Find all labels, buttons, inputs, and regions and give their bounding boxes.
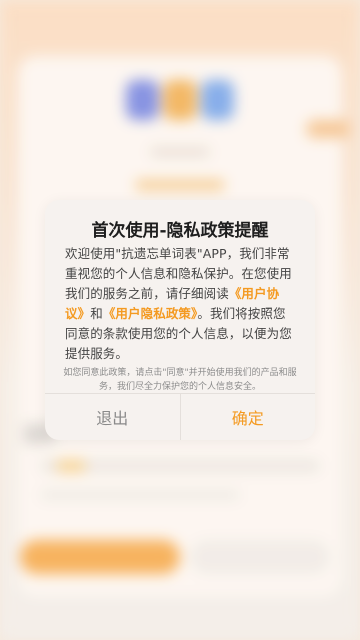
privacy-policy-link[interactable]: 《用户隐私政策》 [103,306,198,321]
dialog-button-row: 退出 确定 [45,393,315,440]
privacy-policy-dialog: 首次使用-隐私政策提醒 欢迎使用"抗遗忘单词表"APP，我们非常重视您的个人信息… [45,200,315,440]
body-text-and: 和 [90,306,103,321]
confirm-button[interactable]: 确定 [181,394,316,440]
dialog-body: 欢迎使用"抗遗忘单词表"APP，我们非常重视您的个人信息和隐私保护。在您使用我们… [65,244,295,364]
exit-button[interactable]: 退出 [45,394,181,440]
dialog-title: 首次使用-隐私政策提醒 [91,221,269,241]
dialog-note: 如您同意此政策，请点击"同意"并开始使用我们的产品和服务，我们尽全力保护您的个人… [63,368,297,392]
